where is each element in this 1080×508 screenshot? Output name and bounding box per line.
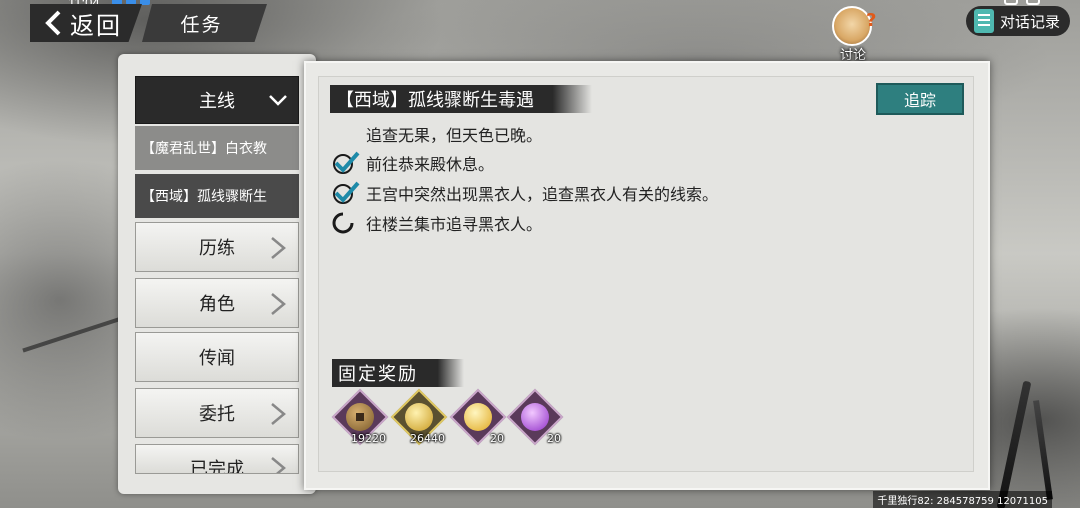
menu-item-rumors[interactable]: 传闻 — [135, 332, 299, 382]
dialog-log-button[interactable]: 对话记录 — [966, 6, 1070, 36]
menu-item-commission[interactable]: 委托 — [135, 388, 299, 438]
menu-item-label: 委托 — [199, 404, 235, 425]
reward-title: 固定奖励 — [338, 364, 418, 385]
chevron-right-icon — [268, 235, 288, 261]
quest-description: 追查无果，但天色已晚。 — [366, 126, 543, 145]
reward-count: 20 — [547, 432, 561, 445]
menu-item-training[interactable]: 历练 — [135, 222, 299, 272]
in-progress-circle-icon — [332, 210, 360, 236]
user-id-watermark: 千里独行82: 284578759 12071105 — [873, 491, 1052, 508]
dialog-log-label: 对话记录 — [1000, 12, 1061, 31]
question-mark-icon: ? — [866, 10, 877, 31]
chevron-right-icon — [268, 291, 288, 317]
quest-step-text: 往楼兰集市追寻黑衣人。 — [366, 215, 543, 234]
quest-step: 往楼兰集市追寻黑衣人。 — [332, 210, 542, 236]
reward-count: 26440 — [410, 432, 445, 445]
page-title-tab: 任务 — [142, 4, 267, 42]
purple-orb-icon — [521, 403, 549, 431]
wifi-icon — [1004, 0, 1018, 5]
chevron-right-icon — [268, 401, 288, 427]
reward-item[interactable]: 20 — [506, 388, 564, 449]
quest-step-text: 前往恭来殿休息。 — [366, 155, 495, 174]
back-button[interactable]: 返回 — [30, 4, 142, 42]
reward-item[interactable]: 26440 — [390, 388, 448, 449]
quest-step: 前往恭来殿休息。 — [332, 150, 494, 176]
sub-quest-label: 【西域】孤线骤断生 — [141, 189, 267, 205]
sub-quest-label: 【魔君乱世】白衣教 — [141, 141, 267, 157]
chevron-down-icon — [268, 87, 288, 113]
quest-title-banner: 【西域】孤线骤断生毒遇 — [330, 85, 592, 113]
experience-icon — [405, 403, 433, 431]
reward-title-banner: 固定奖励 — [332, 359, 464, 387]
system-icons — [1004, 0, 1040, 5]
track-label: 追踪 — [903, 91, 936, 110]
menu-item-label: 主线 — [199, 91, 235, 112]
reward-count: 19220 — [351, 432, 386, 445]
book-icon — [974, 9, 994, 33]
quest-title: 【西域】孤线骤断生毒遇 — [336, 90, 534, 111]
checkmark-icon — [332, 150, 360, 176]
reward-item[interactable]: 20 — [449, 388, 507, 449]
menu-item-main-line[interactable]: 主线 — [135, 76, 299, 124]
menu-item-label: 已完成 — [190, 459, 244, 474]
reward-count: 20 — [490, 432, 504, 445]
track-button[interactable]: 追踪 — [876, 83, 964, 115]
sub-quest-item[interactable]: 【魔君乱世】白衣教 — [135, 126, 299, 170]
copper-coin-icon — [346, 403, 374, 431]
menu-item-character[interactable]: 角色 — [135, 278, 299, 328]
menu-item-label: 历练 — [199, 238, 235, 259]
quest-step-text: 王宫中突然出现黑衣人，追查黑衣人有关的线索。 — [366, 185, 719, 204]
chevron-right-icon — [268, 455, 288, 473]
reward-item[interactable]: 19220 — [331, 388, 389, 449]
menu-item-completed[interactable]: 已完成 — [135, 444, 299, 474]
battery-icon — [1026, 0, 1040, 5]
back-label: 返回 — [70, 11, 122, 40]
quest-step: 王宫中突然出现黑衣人，追查黑衣人有关的线索。 — [332, 180, 718, 206]
gold-orb-icon — [464, 403, 492, 431]
menu-item-label: 传闻 — [199, 348, 235, 369]
back-arrow-icon — [42, 9, 64, 37]
sub-quest-item-selected[interactable]: 【西域】孤线骤断生 — [135, 174, 299, 218]
page-title: 任务 — [180, 13, 223, 36]
menu-item-label: 角色 — [199, 294, 235, 315]
discuss-button[interactable]: ? 讨论 — [826, 4, 884, 63]
checkmark-icon — [332, 180, 360, 206]
